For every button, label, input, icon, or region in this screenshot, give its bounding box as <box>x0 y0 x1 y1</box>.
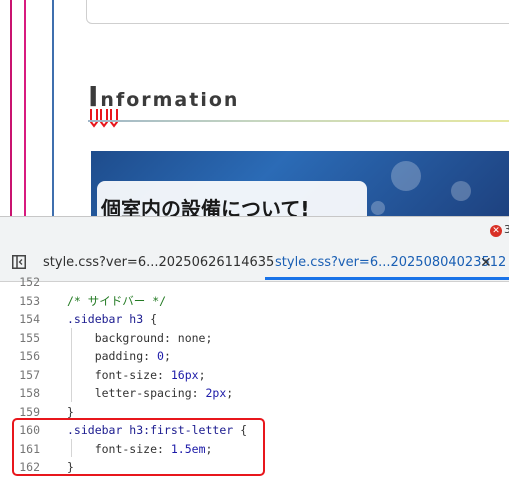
devtools-toolbar: ✕ 3 <box>0 217 509 245</box>
error-icon[interactable]: ✕ <box>490 225 502 237</box>
code-line[interactable]: 158 letter-spacing: 2px; <box>0 384 509 403</box>
banner-bokeh <box>391 161 421 191</box>
line-number: 152 <box>19 275 40 289</box>
code-token: : none; <box>163 330 213 345</box>
code-token: ; <box>163 349 171 363</box>
line-number: 157 <box>19 367 40 382</box>
banner-bokeh <box>451 181 471 201</box>
devtools-panel: ✕ 3 style.css?ver=6...20250626114635 sty… <box>0 216 509 476</box>
code-text: padding: 0; <box>67 347 171 366</box>
code-token: { <box>143 312 158 326</box>
code-editor[interactable]: 152 153/* サイドバー */154 .sidebar h3 {155 bac… <box>0 275 509 476</box>
code-token: letter-spacing <box>67 386 192 400</box>
down-arrow-annotation-icon <box>90 109 118 128</box>
code-token: : <box>157 367 171 382</box>
code-line[interactable]: 154 .sidebar h3 { <box>0 310 509 329</box>
left-stripe-pink <box>24 0 26 216</box>
error-count[interactable]: 3 <box>504 223 509 236</box>
code-text: .sidebar h3 { <box>67 310 157 329</box>
code-line[interactable]: 153 /* サイドバー */ <box>0 292 509 311</box>
code-token: ; <box>226 386 234 400</box>
code-line[interactable]: 157 font-size: 16px; <box>0 366 509 385</box>
left-stripe-blue <box>52 0 54 216</box>
left-stripe-magenta <box>10 0 12 216</box>
code-token: font-size <box>67 367 158 382</box>
banner-title: 個室内の設備について! <box>101 197 310 216</box>
toggle-navigator-icon[interactable] <box>12 255 26 269</box>
line-number: 158 <box>19 386 40 400</box>
banner-image[interactable]: 個室内の設備について! <box>91 151 509 216</box>
code-token: 2px <box>205 386 227 400</box>
code-line[interactable]: 152 <box>0 273 509 292</box>
banner-bokeh <box>371 201 385 215</box>
code-line[interactable]: 155 background: none; <box>0 329 509 348</box>
code-text: letter-spacing: 2px; <box>67 384 234 403</box>
code-token: .sidebar h3 <box>67 312 144 326</box>
line-number: 156 <box>19 349 40 363</box>
code-token: : <box>143 349 158 363</box>
code-token: 16px <box>170 367 199 382</box>
code-token: padding <box>67 349 144 363</box>
code-token: ; <box>198 367 206 382</box>
web-page-preview: Information 個室内の設備について! <box>0 0 509 216</box>
code-token: background <box>67 330 164 345</box>
line-number: 155 <box>19 330 40 345</box>
code-token: } <box>67 404 74 419</box>
code-text: background: none; <box>67 329 213 348</box>
code-token: 0 <box>157 349 164 363</box>
code-token: : <box>191 386 206 400</box>
content-card <box>86 0 509 24</box>
heading-underline <box>88 120 509 122</box>
code-text: font-size: 16px; <box>67 366 206 385</box>
code-line[interactable]: 156 padding: 0; <box>0 347 509 366</box>
highlight-box <box>12 418 265 476</box>
code-token: /* サイドバー */ <box>67 293 167 308</box>
line-number: 154 <box>19 312 40 326</box>
code-text: /* サイドバー */ <box>67 292 166 311</box>
line-number: 153 <box>19 293 40 308</box>
